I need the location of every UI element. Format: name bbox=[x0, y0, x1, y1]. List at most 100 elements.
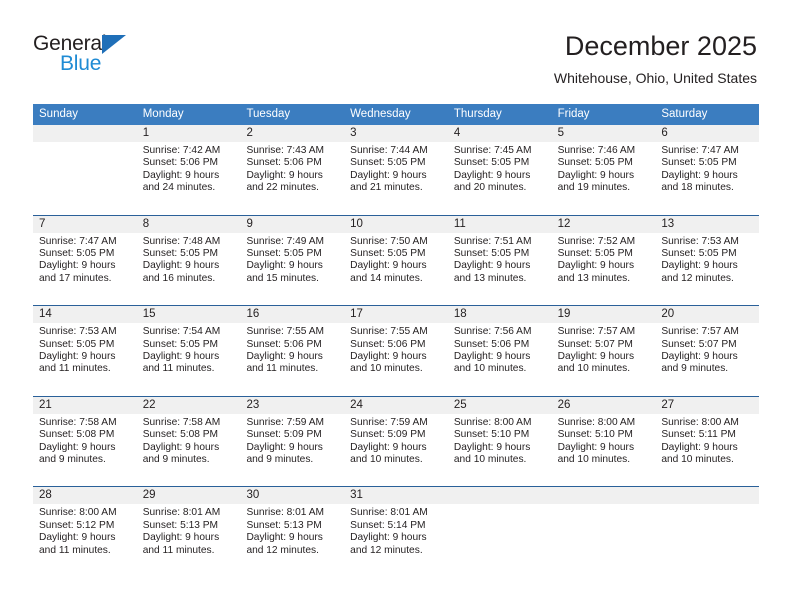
day-number: 12 bbox=[551, 215, 656, 233]
day-cell[interactable]: 24 Sunrise: 7:59 AM Sunset: 5:09 PM Dayligh… bbox=[344, 396, 448, 487]
day-cell-empty bbox=[447, 487, 552, 577]
day-cell[interactable]: 15 Sunrise: 7:54 AM Sunset: 5:05 PM Dayligh… bbox=[136, 306, 241, 396]
sunrise-text: Sunrise: 8:01 AM bbox=[142, 507, 221, 519]
sunrise-text: Sunrise: 8:01 AM bbox=[350, 507, 428, 519]
daylight-text: Daylight: 9 hours and 21 minutes. bbox=[350, 169, 427, 194]
daylight-text: Daylight: 9 hours and 9 minutes. bbox=[39, 441, 116, 465]
daylight-text: Daylight: 9 hours and 22 minutes. bbox=[246, 169, 323, 194]
day-number: 22 bbox=[136, 396, 241, 414]
day-info: Sunrise: 7:58 AM Sunset: 5:08 PM Daylight:… bbox=[33, 414, 137, 467]
day-cell[interactable]: 6 Sunrise: 7:47 AM Sunset: 5:05 PM Daylight… bbox=[655, 125, 760, 215]
page-subtitle: Whitehouse, Ohio, United States bbox=[553, 70, 757, 86]
day-cell[interactable]: 28 Sunrise: 8:00 AM Sunset: 5:12 PM Dayligh… bbox=[33, 487, 137, 577]
daylight-text: Daylight: 9 hours and 20 minutes. bbox=[453, 169, 531, 194]
day-cell[interactable]: 30 Sunrise: 8:01 AM Sunset: 5:13 PM Dayligh… bbox=[240, 487, 345, 577]
day-cell[interactable]: 2 Sunrise: 7:43 AM Sunset: 5:06 PM Daylight… bbox=[240, 125, 345, 215]
day-cell-empty bbox=[33, 125, 137, 215]
sunset-text: Sunset: 5:05 PM bbox=[557, 248, 633, 259]
daylight-text: Daylight: 9 hours and 12 minutes. bbox=[350, 532, 427, 556]
weekday-header-wednesday: Wednesday bbox=[350, 108, 411, 120]
day-cell[interactable]: 20 Sunrise: 7:57 AM Sunset: 5:07 PM Dayligh… bbox=[655, 306, 760, 396]
day-cell[interactable]: 3 Sunrise: 7:44 AM Sunset: 5:05 PM Daylight… bbox=[344, 125, 448, 215]
sunset-text: Sunset: 5:05 PM bbox=[142, 248, 219, 259]
day-cell[interactable]: 10 Sunrise: 7:50 AM Sunset: 5:05 PM Dayligh… bbox=[344, 215, 448, 306]
sunrise-text: Sunrise: 7:49 AM bbox=[246, 235, 325, 247]
sunset-text: Sunset: 5:08 PM bbox=[142, 429, 219, 441]
day-number bbox=[33, 125, 137, 142]
day-cell[interactable]: 19 Sunrise: 7:57 AM Sunset: 5:07 PM Dayligh… bbox=[551, 306, 656, 396]
day-cell[interactable]: 17 Sunrise: 7:55 AM Sunset: 5:06 PM Dayligh… bbox=[344, 306, 448, 396]
day-number bbox=[551, 487, 656, 505]
daylight-text: Daylight: 9 hours and 9 minutes. bbox=[142, 441, 220, 465]
sunset-text: Sunset: 5:05 PM bbox=[142, 338, 219, 350]
day-info: Sunrise: 8:00 AM Sunset: 5:10 PM Daylight:… bbox=[448, 414, 552, 467]
day-cell[interactable]: 11 Sunrise: 7:51 AM Sunset: 5:05 PM Dayligh… bbox=[447, 215, 552, 306]
sunrise-text: Sunrise: 8:00 AM bbox=[661, 416, 739, 428]
calendar-week-row: 1 Sunrise: 7:42 AM Sunset: 5:06 PM Daylight… bbox=[33, 125, 760, 215]
day-number: 4 bbox=[447, 125, 552, 142]
day-cell[interactable]: 5 Sunrise: 7:46 AM Sunset: 5:05 PM Daylight… bbox=[551, 125, 656, 215]
sunrise-text: Sunrise: 7:52 AM bbox=[557, 235, 636, 247]
calendar-week-row: 7 Sunrise: 7:47 AM Sunset: 5:05 PM Daylight… bbox=[33, 214, 760, 306]
sunrise-text: Sunrise: 7:48 AM bbox=[142, 235, 221, 247]
daylight-text: Daylight: 9 hours and 19 minutes. bbox=[557, 169, 635, 194]
weekday-header-sunday: Sunday bbox=[39, 108, 79, 120]
day-cell-empty bbox=[655, 487, 760, 577]
page-title: December 2025 bbox=[564, 31, 757, 61]
day-number: 25 bbox=[447, 396, 552, 414]
day-cell[interactable]: 4 Sunrise: 7:45 AM Sunset: 5:05 PM Daylight… bbox=[447, 125, 552, 215]
day-cell[interactable]: 9 Sunrise: 7:49 AM Sunset: 5:05 PM Daylight… bbox=[240, 215, 345, 306]
day-info: Sunrise: 7:59 AM Sunset: 5:09 PM Daylight:… bbox=[240, 414, 344, 467]
day-info: Sunrise: 7:44 AM Sunset: 5:05 PM Daylight:… bbox=[344, 142, 448, 195]
day-info: Sunrise: 7:42 AM Sunset: 5:06 PM Daylight:… bbox=[137, 142, 241, 195]
sunset-text: Sunset: 5:05 PM bbox=[39, 248, 115, 259]
sunrise-text: Sunrise: 7:55 AM bbox=[246, 326, 325, 338]
sunset-text: Sunset: 5:05 PM bbox=[557, 157, 633, 169]
daylight-text: Daylight: 9 hours and 11 minutes. bbox=[142, 351, 220, 375]
day-cell[interactable]: 23 Sunrise: 7:59 AM Sunset: 5:09 PM Dayligh… bbox=[240, 396, 345, 487]
page-header: General Blue December 2025 Whitehouse, O… bbox=[33, 30, 757, 92]
sunrise-text: Sunrise: 7:58 AM bbox=[142, 416, 221, 428]
day-cell[interactable]: 13 Sunrise: 7:53 AM Sunset: 5:05 PM Dayligh… bbox=[655, 215, 760, 306]
day-info: Sunrise: 7:52 AM Sunset: 5:05 PM Daylight:… bbox=[552, 233, 656, 286]
day-cell[interactable]: 12 Sunrise: 7:52 AM Sunset: 5:05 PM Dayligh… bbox=[551, 215, 656, 306]
day-cell[interactable]: 14 Sunrise: 7:53 AM Sunset: 5:05 PM Dayligh… bbox=[33, 306, 137, 396]
day-cell[interactable]: 7 Sunrise: 7:47 AM Sunset: 5:05 PM Daylight… bbox=[33, 215, 137, 306]
sunrise-text: Sunrise: 7:54 AM bbox=[142, 326, 221, 338]
calendar-week-row: 14 Sunrise: 7:53 AM Sunset: 5:05 PM Dayligh… bbox=[33, 305, 760, 396]
day-cell[interactable]: 29 Sunrise: 8:01 AM Sunset: 5:13 PM Dayligh… bbox=[136, 487, 241, 577]
day-number: 2 bbox=[240, 125, 345, 142]
sunset-text: Sunset: 5:05 PM bbox=[453, 157, 530, 169]
daylight-text: Daylight: 9 hours and 16 minutes. bbox=[142, 260, 220, 284]
day-cell[interactable]: 8 Sunrise: 7:48 AM Sunset: 5:05 PM Daylight… bbox=[136, 215, 241, 306]
day-cell[interactable]: 31 Sunrise: 8:01 AM Sunset: 5:14 PM Dayligh… bbox=[344, 487, 448, 577]
calendar-grid: Sunday Monday Tuesday Wednesday Thursday Frid… bbox=[33, 104, 760, 577]
sunset-text: Sunset: 5:06 PM bbox=[142, 157, 219, 169]
day-cell[interactable]: 1 Sunrise: 7:42 AM Sunset: 5:06 PM Daylight… bbox=[136, 125, 241, 215]
day-cell[interactable]: 22 Sunrise: 7:58 AM Sunset: 5:08 PM Dayligh… bbox=[136, 396, 241, 487]
sunrise-text: Sunrise: 8:00 AM bbox=[557, 416, 636, 428]
day-cell[interactable]: 21 Sunrise: 7:58 AM Sunset: 5:08 PM Dayligh… bbox=[33, 396, 137, 487]
day-cell[interactable]: 16 Sunrise: 7:55 AM Sunset: 5:06 PM Dayligh… bbox=[240, 306, 345, 396]
generalblue-logo[interactable]: General Blue bbox=[33, 30, 213, 88]
calendar-page: General Blue December 2025 Whitehouse, O… bbox=[0, 0, 792, 612]
day-number: 21 bbox=[33, 396, 137, 414]
sunrise-text: Sunrise: 7:53 AM bbox=[661, 235, 739, 247]
day-cell[interactable]: 26 Sunrise: 8:00 AM Sunset: 5:10 PM Dayligh… bbox=[551, 396, 656, 487]
day-cell[interactable]: 25 Sunrise: 8:00 AM Sunset: 5:10 PM Dayligh… bbox=[447, 396, 552, 487]
daylight-text: Daylight: 9 hours and 24 minutes. bbox=[142, 169, 220, 194]
day-cell[interactable]: 27 Sunrise: 8:00 AM Sunset: 5:11 PM Dayligh… bbox=[655, 396, 760, 487]
sunset-text: Sunset: 5:13 PM bbox=[246, 519, 322, 531]
sunset-text: Sunset: 5:06 PM bbox=[350, 338, 426, 350]
day-cell[interactable]: 18 Sunrise: 7:56 AM Sunset: 5:06 PM Dayligh… bbox=[447, 306, 552, 396]
day-number: 6 bbox=[655, 125, 760, 142]
sunset-text: Sunset: 5:13 PM bbox=[142, 519, 219, 531]
day-number: 18 bbox=[447, 306, 552, 324]
day-info: Sunrise: 8:01 AM Sunset: 5:14 PM Daylight:… bbox=[344, 504, 448, 557]
sunset-text: Sunset: 5:05 PM bbox=[453, 248, 530, 259]
daylight-text: Daylight: 9 hours and 11 minutes. bbox=[39, 532, 116, 556]
weekday-header-row: Sunday Monday Tuesday Wednesday Thursday Frid… bbox=[33, 104, 759, 125]
sunset-text: Sunset: 5:07 PM bbox=[557, 338, 633, 350]
day-info: Sunrise: 7:46 AM Sunset: 5:05 PM Daylight:… bbox=[552, 142, 656, 195]
daylight-text: Daylight: 9 hours and 11 minutes. bbox=[39, 351, 116, 375]
